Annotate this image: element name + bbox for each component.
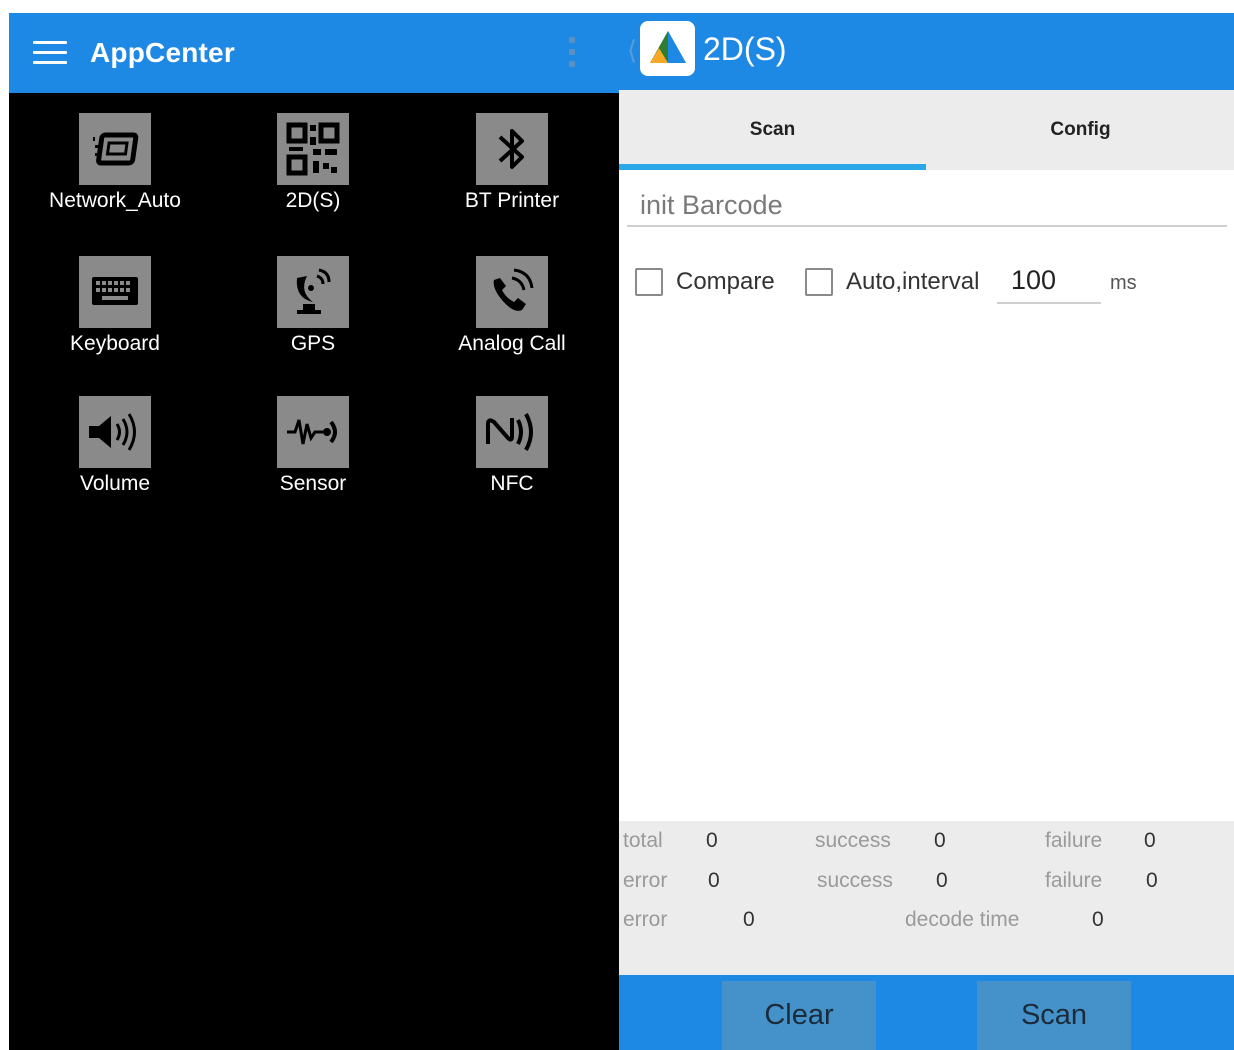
- app-label: Network_Auto: [49, 189, 181, 212]
- stat-decode-time-label: decode time: [905, 908, 1020, 931]
- app-label: GPS: [290, 332, 336, 355]
- app-label: 2D(S): [285, 189, 341, 212]
- compare-label: Compare: [676, 268, 775, 295]
- stats-panel: total 0 success 0 failure 0 error 0 succ…: [619, 821, 1234, 975]
- scanner-app-bar: ⟨ 2D(S): [619, 13, 1234, 90]
- stat-error-label: error: [623, 908, 668, 931]
- bluetooth-icon: [476, 113, 548, 185]
- nfc-icon: [476, 396, 548, 468]
- clear-button[interactable]: Clear: [722, 981, 876, 1050]
- satellite-dish-icon: [277, 256, 349, 328]
- stat-failure-value: 0: [1144, 829, 1156, 852]
- app-label: Analog Call: [458, 332, 566, 355]
- tab-config[interactable]: Config: [927, 90, 1234, 170]
- compare-checkbox[interactable]: [635, 268, 663, 296]
- sensor-wave-icon: [277, 396, 349, 468]
- stat-error-value: 0: [708, 869, 720, 892]
- barcode-result-field[interactable]: init Barcode: [627, 183, 1227, 227]
- app-label: BT Printer: [464, 189, 560, 212]
- phone-call-icon: [476, 256, 548, 328]
- stat-success-label: success: [817, 869, 893, 892]
- stat-success-value: 0: [934, 829, 946, 852]
- app-tile-gps[interactable]: GPS: [213, 256, 413, 356]
- app-tile-keyboard[interactable]: Keyboard: [15, 256, 215, 356]
- stat-total-label: total: [623, 829, 663, 852]
- app-tile-volume[interactable]: Volume: [15, 396, 215, 496]
- launcher-title: AppCenter: [90, 37, 235, 68]
- auto-interval-checkbox[interactable]: [805, 268, 833, 296]
- interval-unit-label: ms: [1110, 272, 1137, 294]
- stat-total-value: 0: [706, 829, 718, 852]
- interval-input[interactable]: 100: [997, 258, 1101, 304]
- overflow-menu-icon[interactable]: [569, 37, 577, 71]
- launcher-panel: AppCenter Network_Auto 2D(S) BT Printer …: [9, 13, 619, 1050]
- app-tile-network-auto[interactable]: Network_Auto: [15, 113, 215, 213]
- back-chevron-icon[interactable]: ⟨: [627, 35, 637, 66]
- app-tile-bt-printer[interactable]: BT Printer: [412, 113, 612, 213]
- app-label: Keyboard: [70, 332, 160, 355]
- active-tab-indicator: [619, 164, 926, 170]
- stat-failure-label: failure: [1045, 829, 1103, 852]
- stat-decode-time-value: 0: [1092, 908, 1104, 931]
- app-label: Sensor: [279, 472, 347, 495]
- network-auto-icon: [79, 113, 151, 185]
- app-tile-nfc[interactable]: NFC: [412, 396, 612, 496]
- tab-bar: Scan Config: [619, 90, 1234, 170]
- scanner-panel: ⟨ 2D(S) Scan Config init Barcode Compare…: [619, 13, 1234, 1050]
- qr-code-icon: [277, 113, 349, 185]
- app-label: NFC: [490, 472, 534, 495]
- stat-success-label: success: [815, 829, 891, 852]
- stat-failure-value: 0: [1146, 869, 1158, 892]
- app-label: Volume: [79, 472, 151, 495]
- stat-success-value: 0: [936, 869, 948, 892]
- action-bar: Clear Scan: [619, 975, 1234, 1050]
- app-tile-2d-s[interactable]: 2D(S): [213, 113, 413, 213]
- launcher-app-bar: AppCenter: [9, 13, 619, 93]
- app-tile-analog-call[interactable]: Analog Call: [412, 256, 612, 356]
- auto-interval-label: Auto,interval: [846, 268, 980, 295]
- stat-failure-label: failure: [1045, 869, 1103, 892]
- scan-button[interactable]: Scan: [977, 981, 1131, 1050]
- app-logo-icon: [640, 21, 695, 76]
- scanner-title: 2D(S): [703, 31, 787, 67]
- tab-scan[interactable]: Scan: [619, 90, 926, 170]
- menu-icon[interactable]: [33, 41, 67, 65]
- stat-error-label: error: [623, 869, 668, 892]
- app-tile-sensor[interactable]: Sensor: [213, 396, 413, 496]
- stat-error-value: 0: [743, 908, 755, 931]
- keyboard-icon: [79, 256, 151, 328]
- speaker-icon: [79, 396, 151, 468]
